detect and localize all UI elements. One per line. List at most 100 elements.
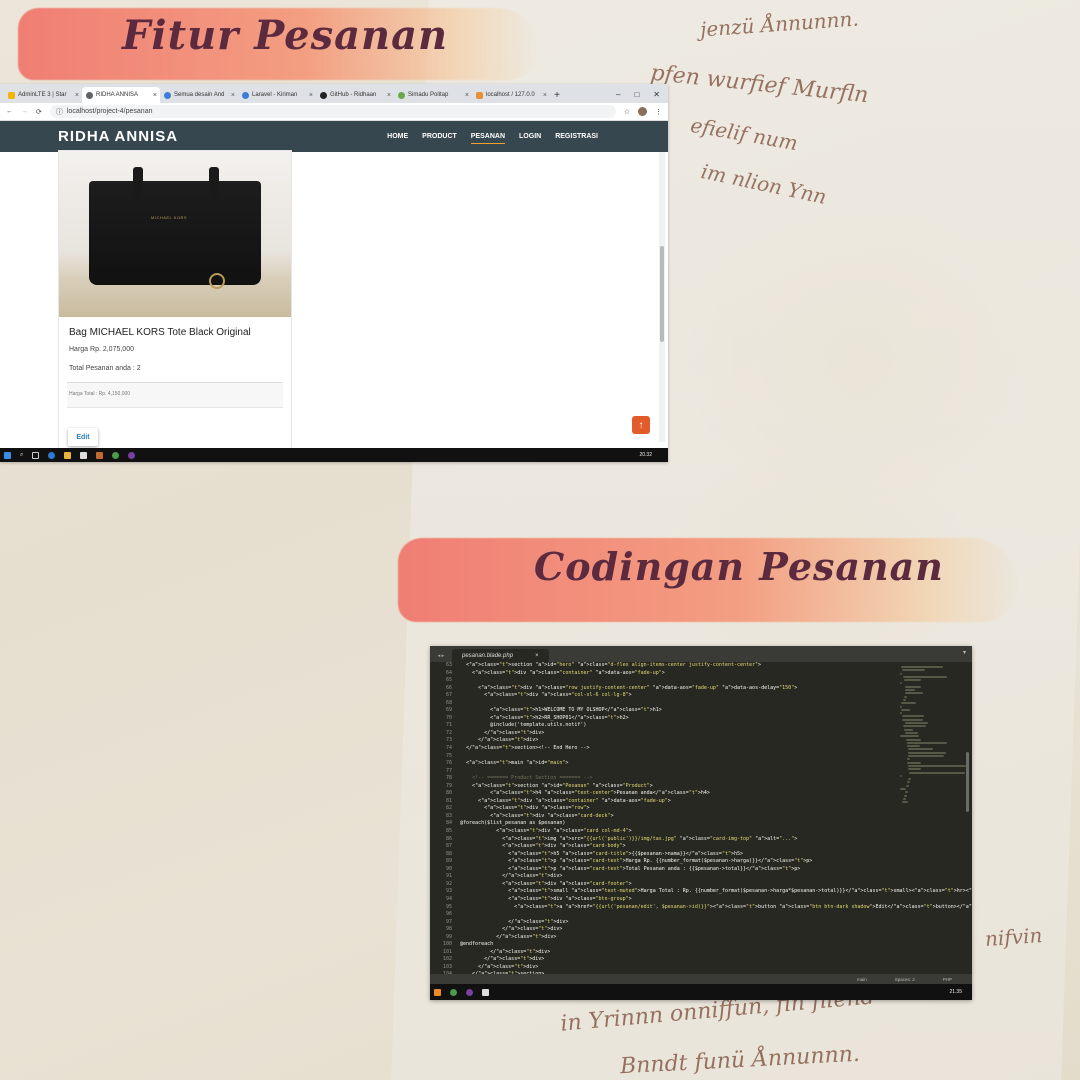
close-icon[interactable]: × <box>153 92 157 99</box>
status-branch[interactable]: main <box>857 977 867 982</box>
handbag-illustration: MICHAEL KORS <box>89 167 261 289</box>
edit-button[interactable]: Edit <box>68 428 98 446</box>
store-icon[interactable] <box>80 451 88 459</box>
minimap-line <box>908 764 966 767</box>
close-icon[interactable]: × <box>465 92 469 99</box>
nav-registrasi[interactable]: REGISTRASI <box>555 130 598 144</box>
menu-icon[interactable]: ⋮ <box>655 108 662 116</box>
line-number: 69 <box>445 707 452 714</box>
close-icon[interactable]: × <box>387 92 391 99</box>
code-line: <"a">class="t">div "a">class="card-deck"… <box>460 812 614 819</box>
product-price: Harga Rp. 2,075,000 <box>69 346 134 353</box>
line-number: 102 <box>442 956 452 963</box>
minimap-line <box>904 679 922 682</box>
line-number: 96 <box>445 911 452 918</box>
forward-icon[interactable]: → <box>21 108 28 115</box>
card-footer: Harga Total : Rp. 4,150,000 <box>67 382 283 408</box>
tab-menu-icon[interactable]: ▾ <box>963 649 966 656</box>
code-line: </"a">class="t">div> <box>460 948 551 955</box>
line-number: 99 <box>445 933 452 940</box>
minimap[interactable] <box>900 666 966 876</box>
close-icon[interactable]: × <box>543 92 547 99</box>
favicon-icon <box>476 91 483 99</box>
taskbar-clock: 20.32 <box>639 452 652 458</box>
favicon-icon <box>8 91 15 99</box>
maximize-icon[interactable]: □ <box>634 90 639 99</box>
file-explorer-icon[interactable] <box>64 451 72 459</box>
photos-icon[interactable] <box>482 988 489 996</box>
code-line: <"a">class="t">div "a">class="row justif… <box>460 684 798 691</box>
minimap-line <box>909 771 965 774</box>
windows-start-icon[interactable] <box>4 451 11 459</box>
app-icon-purple[interactable] <box>128 451 136 459</box>
code-line: </"a">class="t">section><!-- End Hero --… <box>460 745 590 752</box>
line-number: 92 <box>445 880 452 887</box>
close-icon[interactable]: × <box>231 92 235 99</box>
code-line: @include('template.utils.notif') <box>460 722 587 729</box>
line-number: 98 <box>445 926 452 933</box>
line-number: 88 <box>445 850 452 857</box>
product-title: Bag MICHAEL KORS Tote Black Original <box>69 327 251 338</box>
line-number: 84 <box>445 820 452 827</box>
chrome-icon[interactable] <box>450 988 457 996</box>
app-icon-purple[interactable] <box>466 988 473 996</box>
code-line: <"a">class="t">p "a">class="card-text">T… <box>460 865 801 872</box>
close-icon[interactable]: × <box>309 92 313 99</box>
nav-home[interactable]: HOME <box>387 130 408 144</box>
minimap-line <box>907 745 920 748</box>
profile-avatar[interactable] <box>638 107 647 116</box>
status-spaces[interactable]: Spaces: 2 <box>895 977 915 982</box>
line-number: 74 <box>445 745 452 752</box>
browser-tab[interactable]: Simadu Politap × <box>394 87 472 103</box>
minimap-line <box>904 794 908 797</box>
minimap-line <box>902 801 908 804</box>
line-number: 85 <box>445 828 452 835</box>
scroll-to-top-button[interactable]: ↑ <box>632 416 650 434</box>
minimap-line <box>905 689 915 692</box>
page-scrollbar[interactable] <box>659 152 665 442</box>
browser-tab[interactable]: GitHub - Ridhaan × <box>316 87 394 103</box>
app-icon[interactable] <box>96 451 104 459</box>
status-syntax[interactable]: PHP <box>943 977 952 982</box>
back-icon[interactable]: ← <box>6 108 13 115</box>
heading-codingan-pesanan: Codingan Pesanan <box>534 544 944 589</box>
nav-login[interactable]: LOGIN <box>519 130 541 144</box>
minimap-line <box>907 781 911 784</box>
line-number: 91 <box>445 873 452 880</box>
browser-tab[interactable]: localhost / 127.0.0 × <box>472 87 550 103</box>
chrome-icon[interactable] <box>112 451 120 459</box>
nav-product[interactable]: PRODUCT <box>422 130 457 144</box>
browser-tab-active[interactable]: RIDHA ANNISA × <box>82 87 160 103</box>
line-number: 83 <box>445 812 452 819</box>
search-icon[interactable]: ⌕ <box>20 452 23 459</box>
task-view-icon[interactable] <box>32 451 40 459</box>
code-area[interactable]: <"a">class="t">section "a">id="hero" "a"… <box>460 662 972 979</box>
line-number: 95 <box>445 903 452 910</box>
close-icon[interactable]: × <box>535 653 539 659</box>
line-number: 73 <box>445 737 452 744</box>
editor-file-tab[interactable]: pesanan.blade.php × <box>452 649 549 662</box>
browser-tab[interactable]: Laravel - Kiriman × <box>238 87 316 103</box>
edge-icon[interactable] <box>48 451 56 459</box>
scrollbar-thumb[interactable] <box>660 246 664 342</box>
close-window-icon[interactable]: ✕ <box>653 90 660 99</box>
code-line: <"a">class="t">p "a">class="card-text">H… <box>460 858 813 865</box>
minimap-line <box>904 695 908 698</box>
nav-pesanan[interactable]: PESANAN <box>470 130 506 144</box>
browser-tab[interactable]: Semua desain And × <box>160 87 238 103</box>
browser-screenshot: AdminLTE 3 | Star × RIDHA ANNISA × Semua d… <box>0 84 668 462</box>
site-brand[interactable]: RIDHA ANNISA <box>58 128 178 145</box>
new-tab-button[interactable]: + <box>550 87 564 103</box>
code-line: <"a">class="t">h4 "a">class="text-center… <box>460 790 710 797</box>
minimize-icon[interactable]: – <box>616 90 620 99</box>
reload-icon[interactable]: ⟳ <box>36 108 42 116</box>
code-line: <"a">class="t">div "a">class="card col-m… <box>460 828 632 835</box>
sublime-icon[interactable] <box>434 988 441 996</box>
editor-scrollbar[interactable] <box>966 752 969 812</box>
url-field[interactable]: ⓘ localhost/project-4/pesanan <box>49 105 616 118</box>
browser-tab[interactable]: AdminLTE 3 | Star × <box>4 87 82 103</box>
star-icon[interactable]: ☆ <box>624 108 630 116</box>
tab-nav-arrows[interactable]: ◂ ▸ <box>430 653 452 662</box>
close-icon[interactable]: × <box>75 92 79 99</box>
line-number: 76 <box>445 760 452 767</box>
